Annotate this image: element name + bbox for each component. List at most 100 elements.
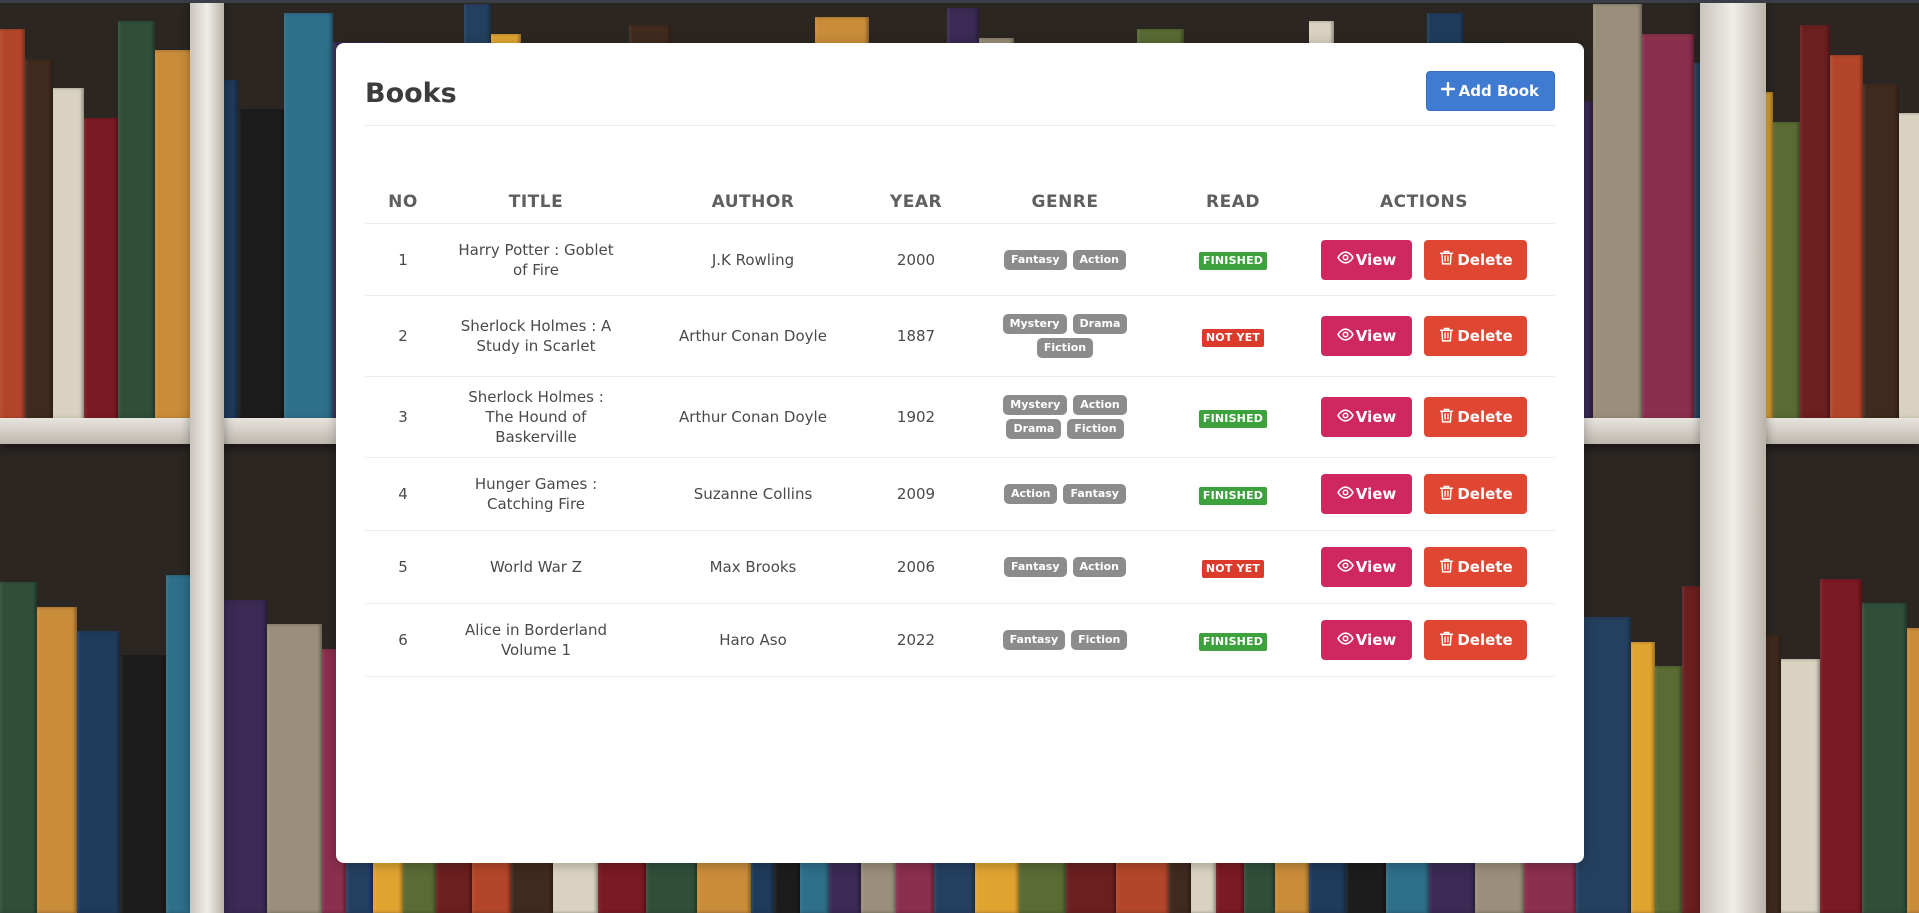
view-button[interactable]: View — [1321, 620, 1412, 660]
row-number: 3 — [365, 376, 441, 458]
column-header-no: NO — [365, 181, 441, 224]
genre-list: Fantasy Action — [961, 249, 1169, 270]
read-status-badge: NOT YET — [1201, 559, 1265, 578]
row-number: 2 — [365, 295, 441, 377]
row-number: 6 — [365, 603, 441, 677]
column-header-genre: GENRE — [957, 181, 1173, 224]
eye-icon — [1336, 557, 1354, 578]
view-button[interactable]: View — [1321, 239, 1412, 280]
genre-tag: Fantasy — [1004, 249, 1067, 270]
book-title: Alice in Borderland Volume 1 — [441, 603, 631, 677]
table-row: 3 Sherlock Holmes : The Hound of Baskerv… — [365, 376, 1555, 458]
genre-tag: Mystery — [1003, 395, 1068, 415]
genre-tag: Action — [1072, 249, 1126, 270]
actions-cell: View Delete — [1293, 295, 1555, 377]
table-row: 1 Harry Potter : Goblet of Fire J.K Rowl… — [365, 223, 1555, 296]
row-number: 1 — [365, 223, 441, 296]
book-author: Haro Aso — [631, 603, 875, 677]
genre-cell: Fantasy Fiction — [957, 603, 1173, 677]
delete-label: Delete — [1457, 408, 1513, 426]
delete-button[interactable]: Delete — [1424, 547, 1527, 587]
book-author: Arthur Conan Doyle — [631, 376, 875, 458]
genre-tag: Drama — [1006, 419, 1062, 439]
row-actions: View Delete — [1297, 474, 1551, 514]
genre-list: Fantasy Fiction — [961, 630, 1169, 650]
genre-tag: Fiction — [1036, 338, 1094, 358]
table-header-row: NO TITLE AUTHOR YEAR GENRE READ ACTIONS — [365, 181, 1555, 224]
delete-button[interactable]: Delete — [1424, 239, 1527, 280]
row-number: 5 — [365, 530, 441, 604]
read-status-badge: NOT YET — [1201, 328, 1265, 347]
column-header-title: TITLE — [441, 181, 631, 224]
book-author: Suzanne Collins — [631, 457, 875, 531]
trash-icon — [1438, 249, 1455, 270]
books-card: Books Add Book NO TITLE AUTHOR YEAR GENR… — [336, 43, 1584, 863]
actions-cell: View Delete — [1293, 376, 1555, 458]
delete-label: Delete — [1457, 250, 1513, 269]
view-button[interactable]: View — [1321, 474, 1412, 514]
book-title: World War Z — [441, 530, 631, 604]
row-actions: View Delete — [1297, 620, 1551, 660]
genre-tag: Mystery — [1002, 314, 1067, 334]
trash-icon — [1438, 557, 1455, 578]
row-actions: View Delete — [1297, 239, 1551, 280]
book-year: 2000 — [875, 223, 957, 296]
genre-tag: Fantasy — [1004, 557, 1067, 577]
read-cell: NOT YET — [1173, 530, 1293, 604]
trash-icon — [1438, 407, 1455, 428]
column-header-year: YEAR — [875, 181, 957, 224]
eye-icon — [1336, 484, 1354, 505]
read-status-badge: FINISHED — [1198, 252, 1268, 270]
table-row: 2 Sherlock Holmes : A Study in Scarlet A… — [365, 295, 1555, 377]
column-header-author: AUTHOR — [631, 181, 875, 224]
genre-tag: Action — [1004, 484, 1058, 504]
read-cell: FINISHED — [1173, 457, 1293, 531]
view-label: View — [1355, 631, 1397, 649]
view-button[interactable]: View — [1321, 316, 1412, 356]
eye-icon — [1336, 630, 1354, 651]
card-header: Books Add Book — [365, 71, 1555, 126]
actions-cell: View Delete — [1293, 530, 1555, 604]
genre-cell: Mystery Drama Fiction — [957, 295, 1173, 377]
read-status-badge: FINISHED — [1198, 486, 1268, 505]
delete-label: Delete — [1457, 485, 1513, 503]
trash-icon — [1438, 484, 1455, 505]
read-cell: FINISHED — [1173, 223, 1293, 296]
book-author: Arthur Conan Doyle — [631, 295, 875, 377]
add-book-button[interactable]: Add Book — [1425, 71, 1555, 111]
view-label: View — [1355, 408, 1397, 426]
read-cell: FINISHED — [1173, 603, 1293, 677]
row-number: 4 — [365, 457, 441, 531]
book-title: Harry Potter : Goblet of Fire — [441, 223, 631, 296]
genre-tag: Fantasy — [1063, 484, 1126, 504]
table-row: 6 Alice in Borderland Volume 1 Haro Aso … — [365, 603, 1555, 677]
book-year: 2009 — [875, 457, 957, 531]
book-title: Hunger Games : Catching Fire — [441, 457, 631, 531]
view-label: View — [1355, 327, 1397, 345]
actions-cell: View Delete — [1293, 457, 1555, 531]
view-button[interactable]: View — [1321, 547, 1412, 587]
book-title: Sherlock Holmes : A Study in Scarlet — [441, 295, 631, 377]
book-year: 1887 — [875, 295, 957, 377]
genre-cell: Mystery Action Drama Fiction — [957, 376, 1173, 458]
delete-button[interactable]: Delete — [1424, 474, 1527, 514]
read-status-badge: FINISHED — [1198, 409, 1268, 428]
actions-cell: View Delete — [1293, 603, 1555, 677]
view-button[interactable]: View — [1321, 397, 1412, 437]
plus-icon — [1440, 81, 1455, 100]
book-author: Max Brooks — [631, 530, 875, 604]
book-author: J.K Rowling — [631, 223, 875, 296]
view-label: View — [1355, 250, 1397, 269]
delete-label: Delete — [1457, 327, 1513, 345]
read-status-badge: FINISHED — [1198, 632, 1268, 651]
table-row: 4 Hunger Games : Catching Fire Suzanne C… — [365, 457, 1555, 531]
genre-cell: Fantasy Action — [957, 223, 1173, 296]
genre-tag: Fiction — [1067, 419, 1124, 439]
delete-button[interactable]: Delete — [1424, 316, 1527, 356]
genre-list: Mystery Drama Fiction — [961, 314, 1169, 358]
delete-button[interactable]: Delete — [1424, 620, 1527, 660]
table-row: 5 World War Z Max Brooks 2006 Fantasy Act… — [365, 530, 1555, 604]
actions-cell: View Delete — [1293, 223, 1555, 296]
delete-button[interactable]: Delete — [1424, 397, 1527, 437]
genre-tag: Fiction — [1071, 630, 1128, 650]
